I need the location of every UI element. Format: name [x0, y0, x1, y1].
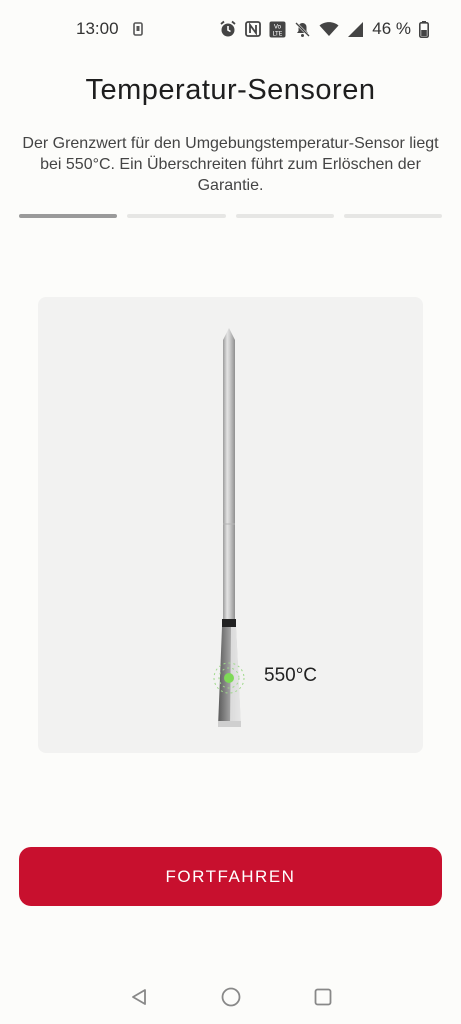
wifi-icon — [319, 21, 339, 37]
volte-icon: Vo LTE — [269, 21, 286, 38]
probe-shaft — [223, 340, 235, 620]
system-nav-bar — [0, 970, 461, 1024]
nfc-icon — [245, 21, 262, 37]
alarm-icon — [219, 20, 237, 38]
svg-text:Vo: Vo — [274, 23, 282, 30]
progress-step-1 — [19, 214, 118, 218]
step-progress — [19, 214, 442, 218]
mute-icon — [294, 21, 311, 38]
progress-step-4 — [343, 214, 442, 218]
battery-icon — [419, 20, 429, 38]
progress-step-3 — [235, 214, 334, 218]
sensor-temperature-label: 550°C — [264, 665, 318, 686]
signal-icon — [347, 21, 364, 38]
progress-step-2 — [127, 214, 226, 218]
page-title: Temperatur-Sensoren — [85, 74, 376, 106]
probe-band — [222, 619, 236, 627]
continue-button[interactable]: FORTFAHREN — [19, 847, 442, 906]
probe-tip — [223, 328, 235, 340]
recents-icon[interactable] — [308, 982, 338, 1012]
probe-illustration-card: 550°C — [38, 297, 423, 753]
phone-notification-icon — [132, 22, 143, 36]
battery-percent: 46 % — [372, 19, 411, 38]
status-time: 13:00 — [76, 19, 119, 38]
thermometer-probe-illustration — [213, 328, 245, 727]
status-bar: 13:00 Vo LTE 46 % — [0, 0, 461, 58]
svg-text:LTE: LTE — [273, 30, 283, 37]
back-icon[interactable] — [124, 982, 154, 1012]
page-description: Der Grenzwert für den Umgebungstemperatu… — [22, 135, 439, 194]
ambient-sensor-dot — [224, 673, 234, 683]
home-icon[interactable] — [216, 982, 246, 1012]
